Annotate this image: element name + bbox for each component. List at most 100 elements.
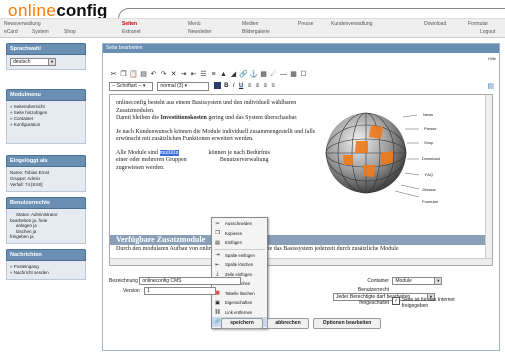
paste-icon: ▤ <box>215 239 220 246</box>
draw-icon[interactable]: ◢ <box>229 70 238 78</box>
paste-icon[interactable]: 📋 <box>129 70 138 78</box>
module-menu-box: Modulmenu » Seitenübersicht » Seite hinz… <box>6 89 86 144</box>
ctx-cut[interactable]: ✂ Ausschneiden <box>212 219 267 229</box>
release-checkbox[interactable]: ✓ <box>392 297 401 305</box>
font-size-select[interactable]: normal (3) ▾ <box>157 82 210 91</box>
undo-icon[interactable]: ↶ <box>149 70 158 78</box>
release-checkbox-label: Seite ist für das Internet freigegeben <box>401 297 455 309</box>
ctx-copy[interactable]: ❐ Kopieren <box>212 229 267 239</box>
wysiwyg-editor[interactable]: onlineconfig besteht aus einem Basissyst… <box>109 94 493 266</box>
editor-horizontal-scrollbar[interactable] <box>110 258 492 265</box>
nav-presse[interactable]: Presse <box>298 21 314 27</box>
ordered-list-icon[interactable]: ☰ <box>199 70 208 78</box>
image-icon[interactable]: ▲ <box>219 71 228 78</box>
copy-icon: ❐ <box>215 230 220 236</box>
edit-options-button[interactable]: Optionen bearbeiten <box>313 318 381 329</box>
nav-shop[interactable]: Shop <box>64 29 76 35</box>
editor-content[interactable]: onlineconfig besteht aus einem Basissyst… <box>116 100 316 178</box>
nav-ecard[interactable]: eCard <box>4 29 18 35</box>
ctx-separator <box>214 248 265 250</box>
nav-download[interactable]: Download <box>424 21 446 27</box>
underline-icon[interactable]: U <box>238 83 244 89</box>
font-family-select[interactable]: -- Schriftart -- ▾ <box>109 82 153 91</box>
module-item-config[interactable]: » Konfiguration <box>10 122 82 128</box>
nav-kundenverwaltung[interactable]: Kundenverwaltung <box>331 21 372 27</box>
nav-bildergalerie[interactable]: Bildergalerie <box>242 29 270 35</box>
label-version: Version <box>123 288 140 294</box>
remove-format-icon[interactable]: ✕ <box>169 70 178 78</box>
text-color-icon[interactable] <box>213 82 221 89</box>
messages-send[interactable]: » Nachricht senden <box>10 270 82 276</box>
login-box-title: Eingeloggt als <box>6 155 86 167</box>
app-header: onlineconfig Newsverwaltung Seiten Menü … <box>0 0 505 38</box>
source-view-icon[interactable]: ▤ <box>487 82 494 90</box>
bold-icon[interactable]: B <box>224 83 228 89</box>
help-link[interactable]: Hilfe <box>488 56 496 61</box>
ctx-insert-column[interactable]: ⇥ Spalte einfügen <box>212 251 267 261</box>
redo-icon[interactable]: ↷ <box>159 70 168 78</box>
editor-panel-title: Seite bearbeiten <box>103 44 499 53</box>
anchor-icon[interactable]: ⚓ <box>249 70 258 78</box>
align-right-icon[interactable]: ≡ <box>264 83 268 89</box>
ctx-paste[interactable]: ▤ Einfügen <box>212 238 267 248</box>
container-select[interactable]: Module ▼ <box>392 277 443 285</box>
nav-logout[interactable]: Logout <box>480 29 495 35</box>
login-box: Eingeloggt als Name: Tobias Ernst Gruppe… <box>6 155 86 192</box>
globe-label-download: Download <box>422 156 440 161</box>
italic-icon[interactable]: I <box>233 83 235 89</box>
link-icon[interactable]: 🔗 <box>239 70 248 78</box>
nav-medien[interactable]: Medien <box>242 21 258 27</box>
rights-box: Benutzerrechte Status: Administrator bea… <box>6 197 86 244</box>
module-menu-title: Modulmenu <box>6 89 86 101</box>
nav-extranet[interactable]: Extranet <box>122 29 141 35</box>
editor-panel: Seite bearbeiten Hilfe ✂ ❐ 📋 ▤ ↶ ↷ ✕ ⇥ ⇤ ☰ ≡ ▲ ◢ 🔗⚓ ▦ ☄… <box>102 43 500 351</box>
language-box: Sprachwahl deutsch ▼ <box>6 43 86 70</box>
sidebar: Sprachwahl deutsch ▼ Modulmenu » Seitenüb… <box>6 43 86 285</box>
indent-icon[interactable]: ⇥ <box>179 70 188 78</box>
globe-label-news: News <box>423 112 434 117</box>
language-select-value: deutsch <box>13 59 31 65</box>
globe-label-shop: Shop <box>424 140 434 145</box>
table-icon[interactable]: ▦ <box>289 70 298 78</box>
ctx-delete-column[interactable]: ⇤ Spalte löschen <box>212 260 267 270</box>
label-release: freigeschaltet <box>359 300 389 306</box>
align-left-icon[interactable]: ≡ <box>248 83 252 89</box>
label-container: Container <box>367 278 389 284</box>
insert-column-icon: ⇥ <box>215 252 220 258</box>
chevron-down-icon: ▼ <box>48 59 55 65</box>
nav-formular[interactable]: Formular <box>468 21 488 27</box>
outdent-icon[interactable]: ⇤ <box>189 70 198 78</box>
copy-icon[interactable]: ❐ <box>119 70 128 78</box>
nav-menu[interactable]: Menü <box>188 21 201 27</box>
align-center-icon[interactable]: ≡ <box>256 83 260 89</box>
paste-text-icon[interactable]: ▤ <box>139 70 148 78</box>
messages-box: Nachrichten » Posteingang » Nachricht se… <box>6 248 86 280</box>
nav-newsletter[interactable]: Newsletter <box>188 29 212 35</box>
flash-icon[interactable]: ☄ <box>269 70 278 78</box>
box-icon[interactable]: ☐ <box>299 70 308 78</box>
save-button[interactable]: speichern <box>221 318 263 329</box>
globe-label-formular: Formular <box>422 199 439 204</box>
editor-vertical-scrollbar[interactable] <box>485 95 492 259</box>
globe-label-presse: Presse <box>424 126 437 131</box>
media-icon[interactable]: ▦ <box>259 70 268 78</box>
minus-icon[interactable]: — <box>279 71 288 78</box>
rights-box-title: Benutzerrechte <box>6 197 86 209</box>
login-expiry: Verfall: 74 [8:60] <box>10 182 43 187</box>
top-navigation: Newsverwaltung Seiten Menü Medien Presse… <box>0 18 505 38</box>
align-justify-icon[interactable]: ≡ <box>271 83 275 89</box>
editor-paragraph-1: onlineconfig besteht aus einem Basissyst… <box>116 100 297 114</box>
name-input[interactable]: onlineconfig CMS <box>139 277 242 285</box>
nav-seiten[interactable]: Seiten <box>122 21 137 27</box>
editor-paragraph-2: Je nach Kundenwunsch können die Module i… <box>116 128 316 143</box>
cut-icon[interactable]: ✂ <box>109 70 118 78</box>
nav-system[interactable]: System <box>32 29 49 35</box>
version-input[interactable]: 1 <box>144 287 217 295</box>
unordered-list-icon[interactable]: ≡ <box>209 71 218 78</box>
messages-box-title: Nachrichten <box>6 248 86 261</box>
selected-link-text[interactable]: multilin <box>159 149 179 156</box>
editor-heading: Verfügbare Zusatzmodule <box>110 235 492 245</box>
nav-newsverwaltung[interactable]: Newsverwaltung <box>4 21 41 27</box>
cancel-button[interactable]: abbrechen <box>267 318 309 329</box>
language-select[interactable]: deutsch ▼ <box>10 58 56 66</box>
